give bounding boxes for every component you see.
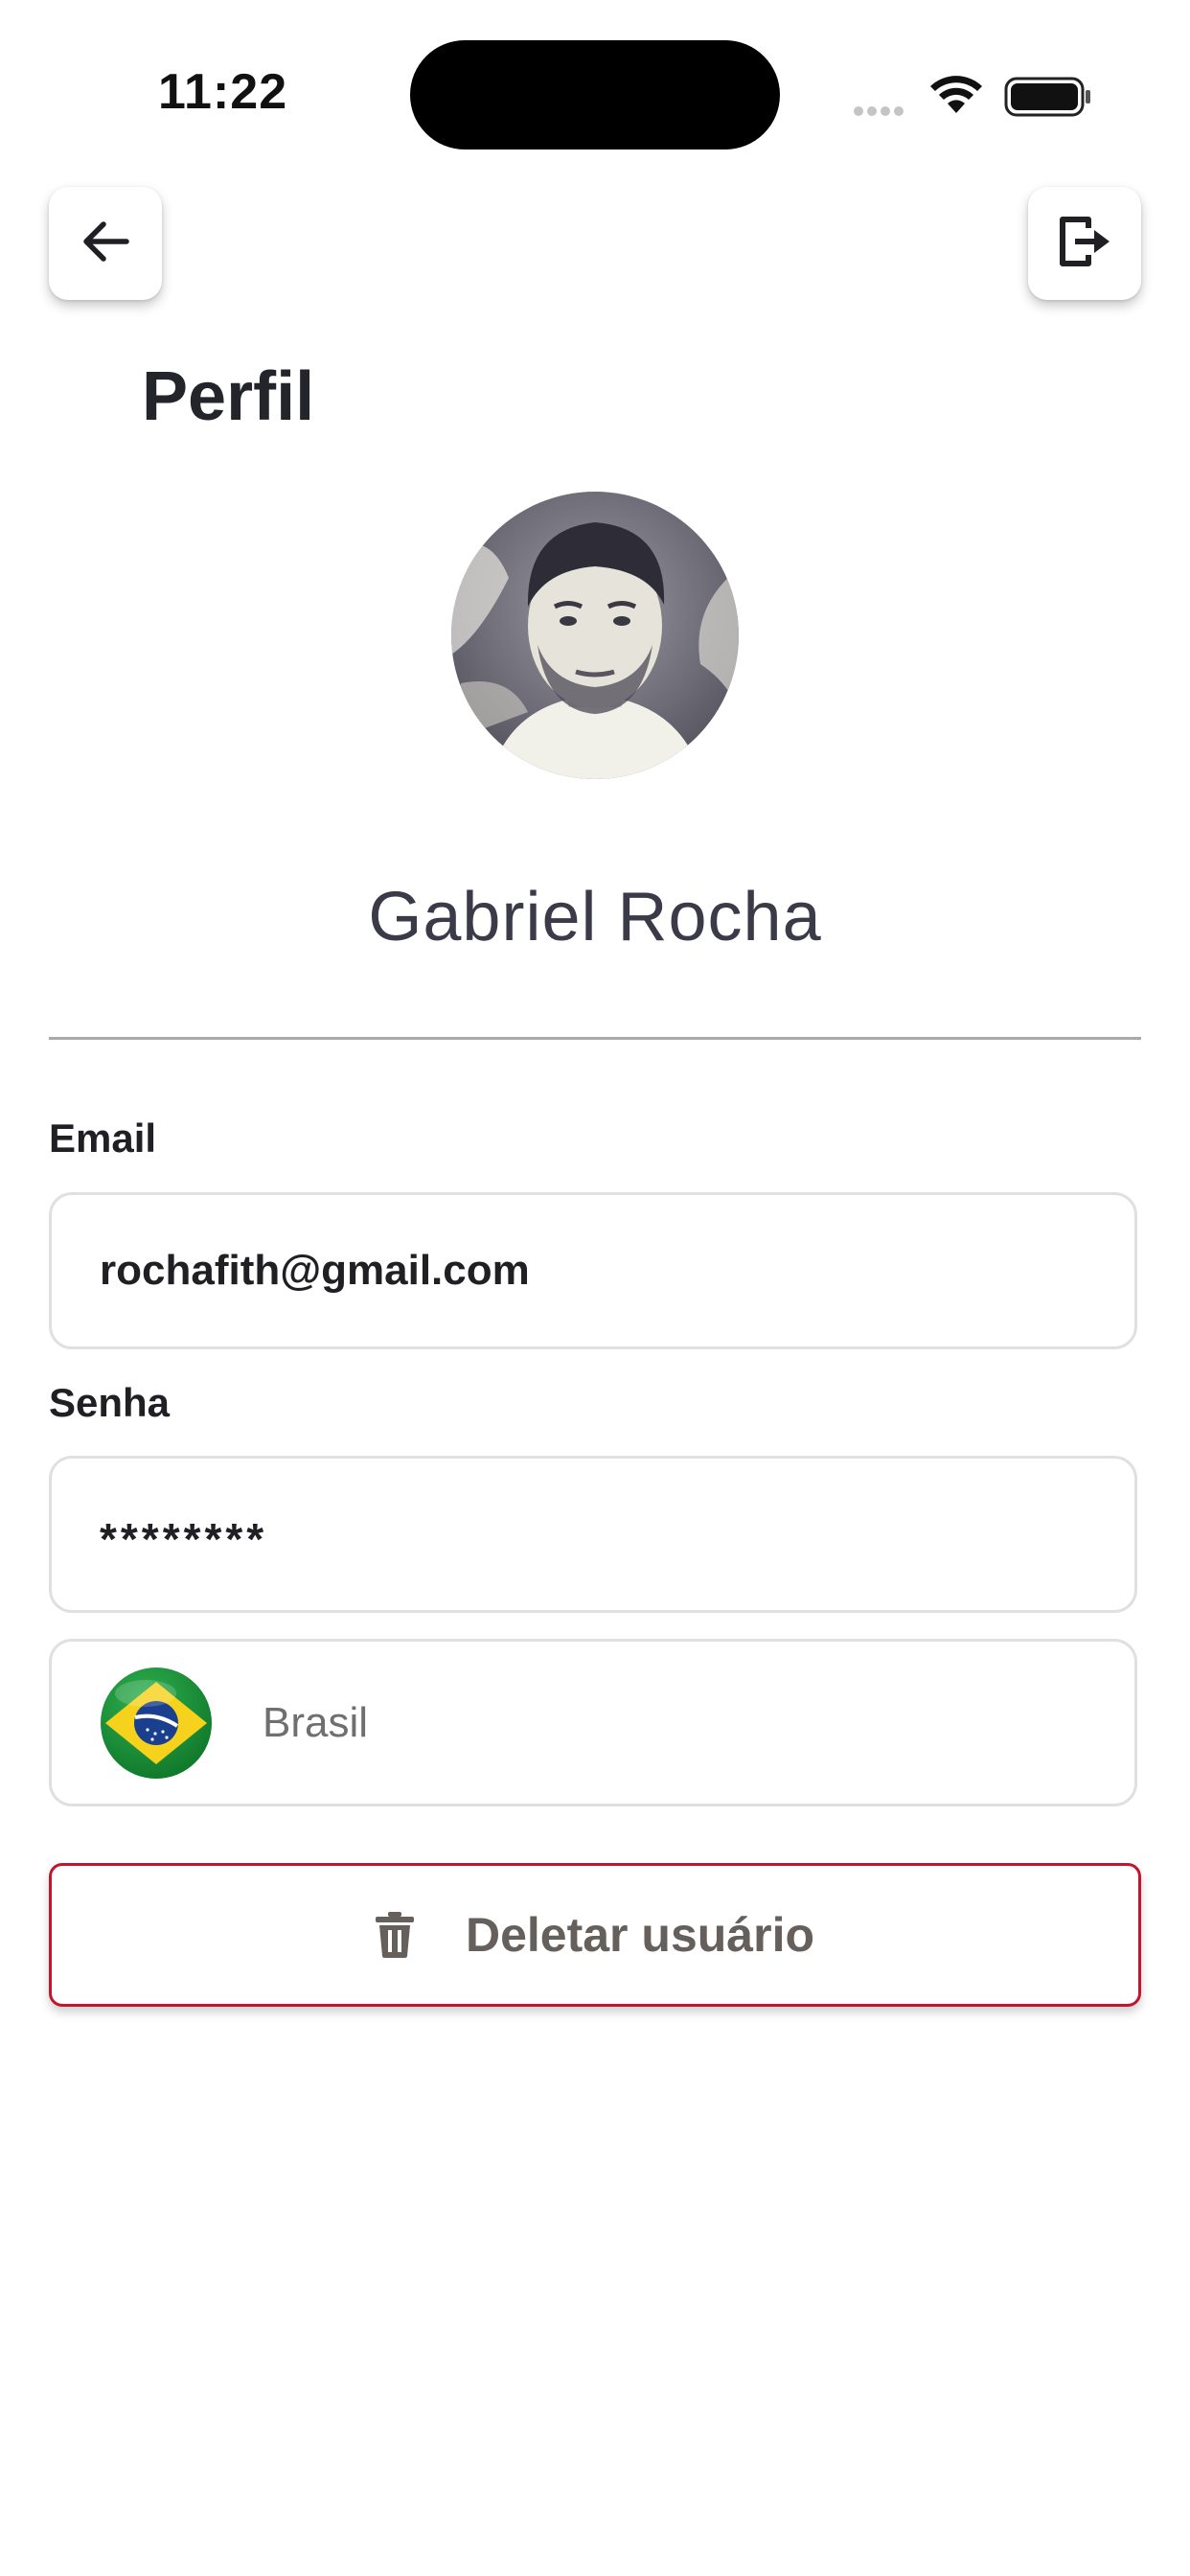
- delete-user-button[interactable]: Deletar usuário: [49, 1863, 1141, 2007]
- user-name: Gabriel Rocha: [368, 879, 822, 955]
- logout-icon: [1056, 213, 1113, 275]
- divider: [49, 1037, 1141, 1040]
- country-selector[interactable]: Brasil: [49, 1639, 1137, 1806]
- password-field[interactable]: ********: [49, 1456, 1137, 1613]
- country-name: Brasil: [263, 1698, 369, 1746]
- dynamic-island: [410, 40, 780, 150]
- brazil-flag-icon: [100, 1667, 213, 1780]
- password-value: ********: [100, 1514, 268, 1564]
- email-value: rochafith@gmail.com: [100, 1247, 530, 1294]
- page-title: Perfil: [142, 358, 315, 435]
- battery-icon: [1004, 77, 1092, 122]
- trash-icon: [375, 1912, 414, 1958]
- delete-user-label: Deletar usuário: [465, 1908, 814, 1962]
- status-time: 11:22: [158, 64, 288, 120]
- cellular-signal-icon: [854, 104, 907, 121]
- back-button[interactable]: [49, 187, 162, 300]
- logout-button[interactable]: [1028, 187, 1141, 300]
- email-label: Email: [49, 1116, 157, 1161]
- arrow-left-icon: [80, 218, 130, 269]
- password-label: Senha: [49, 1380, 171, 1425]
- wifi-icon: [929, 75, 983, 120]
- avatar: [451, 492, 739, 779]
- email-field[interactable]: rochafith@gmail.com: [49, 1192, 1137, 1349]
